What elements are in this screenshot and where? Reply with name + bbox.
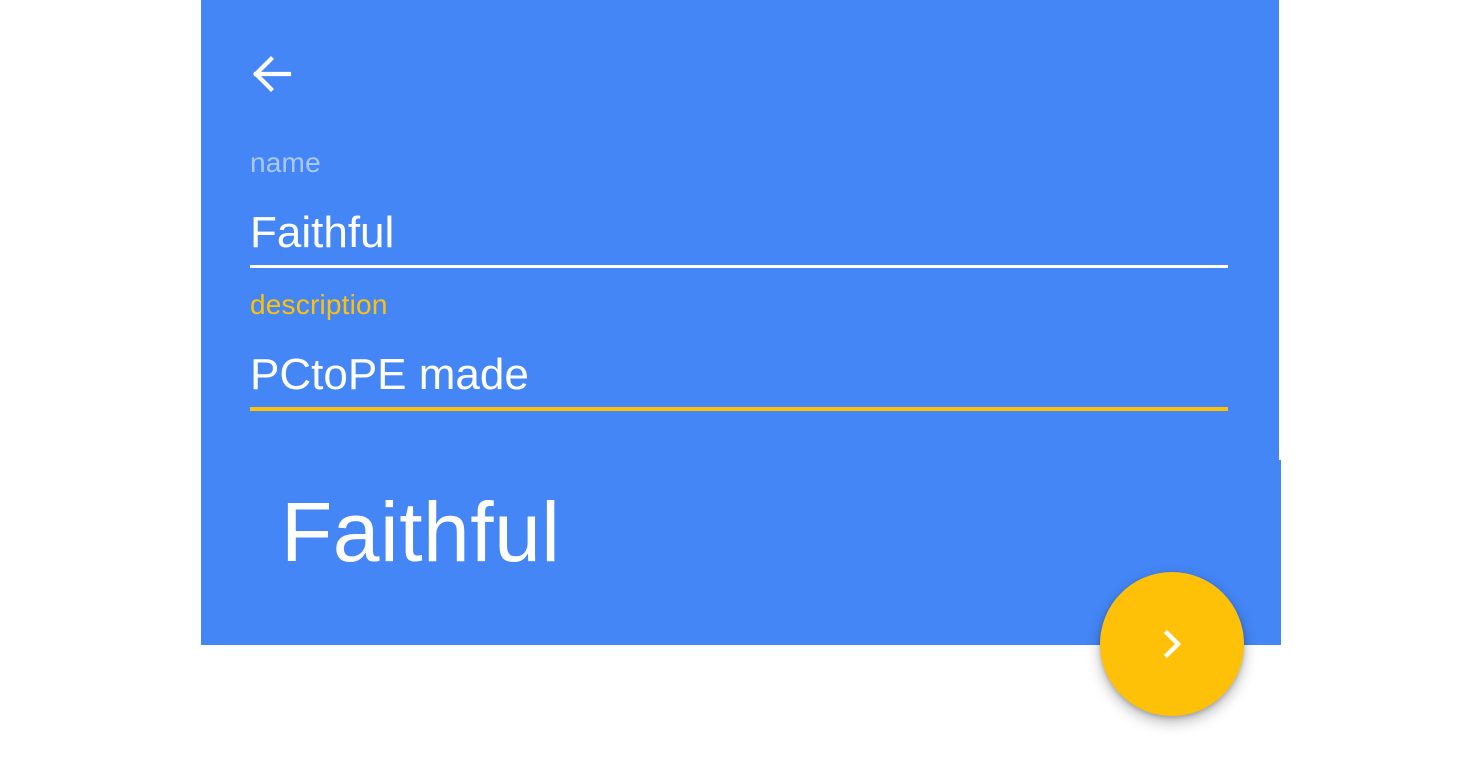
description-field-underline xyxy=(250,407,1228,411)
name-field-label: name xyxy=(250,147,321,178)
app-screen: name description Faithful xyxy=(0,0,1480,764)
preview-title: Faithful xyxy=(281,485,561,579)
next-button[interactable] xyxy=(1100,572,1244,716)
chevron-right-icon xyxy=(1152,624,1192,664)
name-field-underline xyxy=(250,265,1228,268)
arrow-left-icon xyxy=(249,52,293,96)
description-input[interactable] xyxy=(250,347,1228,403)
back-button[interactable] xyxy=(246,50,296,98)
description-field-label: description xyxy=(250,289,388,320)
name-input[interactable] xyxy=(250,205,1228,261)
